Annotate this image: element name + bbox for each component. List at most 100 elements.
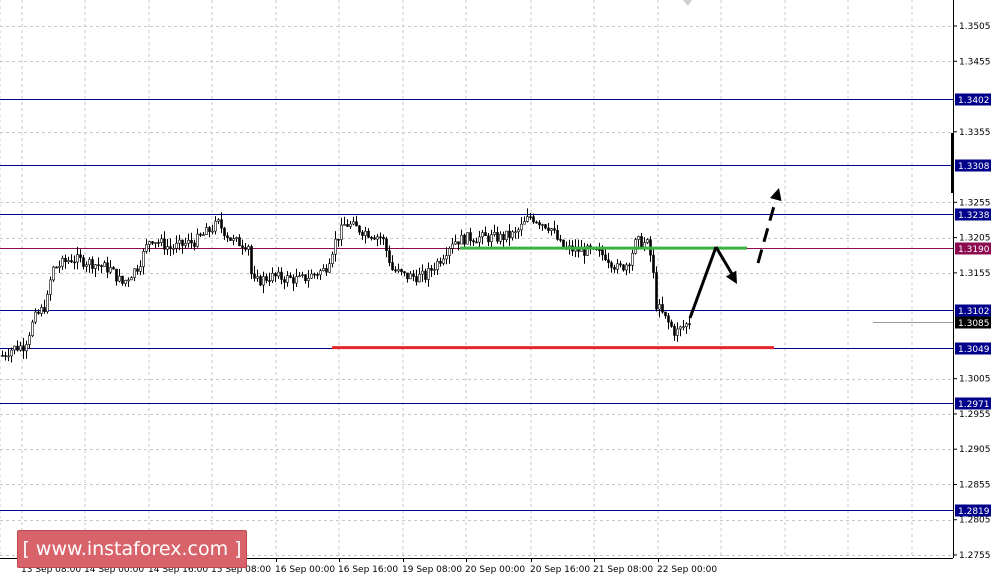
watermark-badge: [ www.instaforex.com ]	[17, 530, 247, 568]
watermark-text: [ www.instaforex.com ]	[22, 538, 242, 560]
time-tick-label: 16 Sep 16:00	[338, 565, 398, 575]
candle	[223, 226, 226, 240]
candle	[256, 269, 259, 282]
level-price-label: 1.3085	[958, 319, 990, 329]
candle	[415, 269, 418, 286]
candle	[547, 223, 550, 234]
candle	[469, 227, 472, 246]
candle	[91, 256, 94, 274]
candle	[112, 266, 115, 270]
candle	[70, 254, 73, 264]
candle	[646, 238, 649, 245]
time-tick-label: 19 Sep 08:00	[402, 565, 462, 575]
candle	[394, 266, 397, 273]
candle	[436, 258, 439, 275]
candle	[190, 232, 193, 249]
candle	[586, 243, 589, 257]
candle	[508, 224, 511, 246]
candle	[472, 238, 475, 246]
candle	[31, 319, 34, 338]
candle	[97, 257, 100, 271]
candle	[73, 255, 76, 270]
candle	[619, 260, 622, 268]
candle	[463, 233, 466, 247]
candle	[397, 263, 400, 273]
candle	[352, 216, 355, 226]
candle	[349, 220, 352, 229]
candle	[634, 237, 637, 255]
candle	[445, 247, 448, 265]
candle	[163, 231, 166, 255]
candle	[340, 217, 343, 246]
candle	[4, 351, 7, 361]
candle	[217, 218, 220, 225]
level-price-label: 1.3102	[958, 307, 990, 317]
time-tick-label: 21 Sep 08:00	[593, 565, 653, 575]
candle	[232, 234, 235, 246]
time-tick-label: 20 Sep 00:00	[465, 565, 525, 575]
candle	[265, 273, 268, 284]
candle	[418, 267, 421, 283]
candle	[319, 268, 322, 280]
forecast-arrows	[683, 0, 782, 319]
candle	[487, 232, 490, 247]
time-tick-label: 20 Sep 16:00	[530, 565, 590, 575]
candle	[448, 246, 451, 264]
candle	[79, 249, 82, 263]
candle	[427, 262, 430, 287]
candle	[541, 223, 544, 231]
candle	[151, 240, 154, 245]
candle	[154, 242, 157, 249]
candle	[220, 212, 223, 234]
candle	[355, 215, 358, 227]
candle	[538, 220, 541, 230]
candle	[283, 276, 286, 290]
candle	[67, 256, 70, 264]
time-tick-label: 22 Sep 00:00	[657, 565, 717, 575]
forecast-breakout-arrowhead	[769, 188, 782, 202]
candle	[496, 226, 499, 244]
candle	[187, 233, 190, 248]
level-price-label: 1.3190	[958, 245, 990, 255]
candlesticks	[1, 208, 691, 363]
chart-area: 1.3505 1.3455 1.3355 1.3255 1.3205 1.3155 1.30…	[0, 0, 995, 581]
candle	[19, 341, 22, 352]
candle	[1, 350, 4, 357]
candle	[679, 325, 682, 337]
price-tick-label: 1.2805	[959, 516, 991, 526]
candle	[52, 265, 55, 282]
candle	[61, 255, 64, 270]
candle	[688, 317, 691, 330]
candle	[208, 225, 211, 238]
candle	[550, 228, 553, 236]
candle	[139, 260, 142, 276]
candle	[106, 256, 109, 279]
candle	[238, 234, 241, 247]
candle	[481, 229, 484, 245]
candle	[160, 234, 163, 247]
candle	[676, 322, 679, 342]
candle	[322, 264, 325, 272]
candle	[247, 244, 250, 256]
price-tick-label: 1.2955	[959, 410, 991, 420]
grid	[0, 0, 953, 558]
candle	[502, 231, 505, 248]
candle	[7, 348, 10, 362]
candle	[292, 274, 295, 291]
price-tick-label: 1.3505	[959, 22, 991, 32]
candle	[604, 248, 607, 262]
candle	[43, 299, 46, 314]
candle	[367, 228, 370, 238]
candle	[88, 257, 91, 273]
candle	[277, 266, 280, 279]
candle	[295, 268, 298, 287]
forecast-down-line	[714, 246, 734, 275]
candle	[250, 244, 253, 280]
candle	[610, 260, 613, 273]
candle	[244, 242, 247, 252]
candle	[301, 271, 304, 278]
candle	[304, 274, 307, 284]
candle	[535, 220, 538, 224]
candle	[103, 260, 106, 267]
candle	[661, 296, 664, 314]
